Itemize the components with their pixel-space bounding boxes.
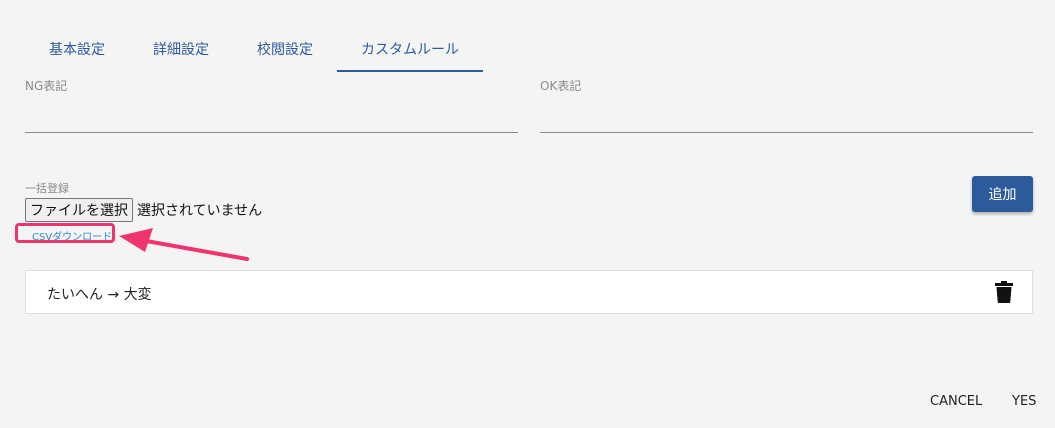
cancel-button[interactable]: CANCEL bbox=[930, 394, 982, 409]
choose-file-button[interactable]: ファイルを選択 bbox=[25, 198, 133, 222]
bulk-register-label: 一括登録 bbox=[25, 182, 69, 195]
yes-button[interactable]: YES bbox=[1012, 394, 1036, 409]
tab-proofreading-settings[interactable]: 校閲設定 bbox=[233, 28, 337, 72]
tab-detail-settings[interactable]: 詳細設定 bbox=[129, 28, 233, 72]
trash-icon[interactable] bbox=[995, 281, 1013, 303]
tab-custom-rules[interactable]: カスタムルール bbox=[337, 28, 483, 72]
csv-download-link[interactable]: CSVダウンロード bbox=[32, 228, 112, 243]
ok-expression-field[interactable]: OK表記 bbox=[540, 75, 1037, 133]
ok-expression-input[interactable] bbox=[540, 110, 1037, 128]
file-picker: ファイルを選択 選択されていません bbox=[25, 198, 262, 222]
ng-expression-field[interactable]: NG表記 bbox=[25, 75, 522, 133]
ng-expression-label: NG表記 bbox=[25, 79, 68, 93]
rule-list: たいへん → 大変 bbox=[25, 270, 1033, 314]
add-button[interactable]: 追加 bbox=[972, 176, 1033, 212]
tab-basic-settings[interactable]: 基本設定 bbox=[25, 28, 129, 72]
annotation-arrow-icon bbox=[119, 228, 249, 261]
settings-tabs: 基本設定 詳細設定 校閲設定 カスタムルール bbox=[25, 28, 483, 72]
rule-text: たいへん → 大変 bbox=[47, 287, 152, 303]
list-item: たいへん → 大変 bbox=[26, 271, 1032, 313]
file-status-text: 選択されていません bbox=[137, 203, 263, 219]
ok-expression-label: OK表記 bbox=[540, 79, 582, 93]
custom-rule-dialog: 基本設定 詳細設定 校閲設定 カスタムルール NG表記 OK表記 一括登録 ファ… bbox=[0, 0, 1055, 428]
ng-expression-input[interactable] bbox=[25, 110, 522, 128]
